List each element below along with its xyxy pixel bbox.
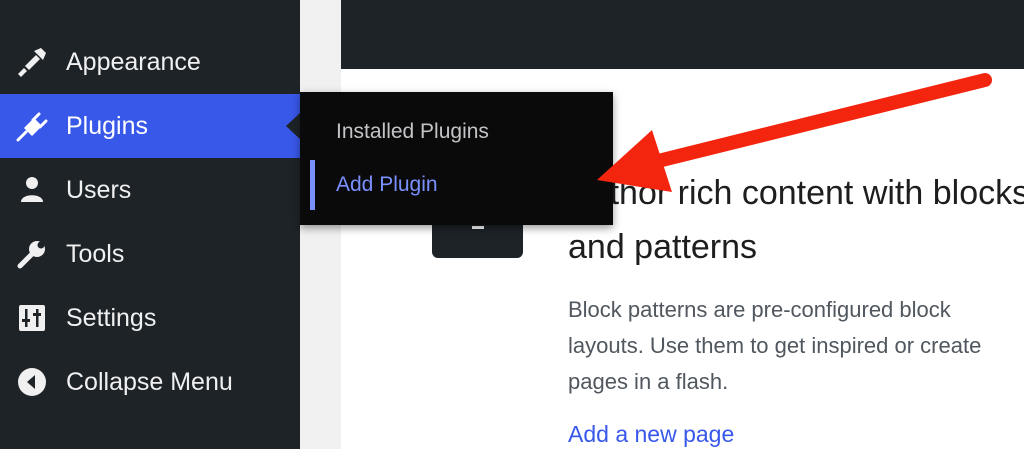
admin-sidebar: Appearance Plugins Users Tools Settings … <box>0 0 300 449</box>
collapse-circle-icon <box>14 364 50 400</box>
collapse-menu-button[interactable]: Collapse Menu <box>0 350 300 414</box>
description-line: Block patterns are pre-configured block <box>568 297 951 322</box>
sidebar-item-settings[interactable]: Settings <box>0 286 300 350</box>
submenu-item-add-plugin[interactable]: Add Plugin <box>300 160 613 210</box>
sidebar-item-tools[interactable]: Tools <box>0 222 300 286</box>
feature-description: Block patterns are pre-configured block … <box>568 292 1024 400</box>
sidebar-item-users[interactable]: Users <box>0 158 300 222</box>
sidebar-item-label: Settings <box>66 303 157 332</box>
plugin-icon <box>14 108 50 144</box>
sidebar-item-label: Collapse Menu <box>66 367 233 396</box>
sidebar-item-appearance[interactable]: Appearance <box>0 30 300 94</box>
sidebar-item-plugins[interactable]: Plugins <box>0 94 300 158</box>
sidebar-item-label: Tools <box>66 239 125 268</box>
add-new-page-link[interactable]: Add a new page <box>568 421 734 448</box>
dash-icon <box>472 226 484 229</box>
plugins-submenu: Installed Plugins Add Plugin <box>300 92 613 225</box>
welcome-banner-top <box>341 0 1024 69</box>
feature-title-line: and patterns <box>568 228 758 266</box>
submenu-item-label: Installed Plugins <box>336 120 489 143</box>
feature-title: Author rich content with blocks and patt… <box>568 166 1024 274</box>
current-item-indicator <box>310 160 315 210</box>
description-line: layouts. Use them to get inspired or cre… <box>568 333 982 358</box>
settings-sliders-icon <box>14 300 50 336</box>
user-icon <box>14 172 50 208</box>
description-line: pages in a flash. <box>568 369 729 394</box>
paintbrush-icon <box>14 44 50 80</box>
sidebar-item-label: Users <box>66 175 132 204</box>
submenu-item-installed-plugins[interactable]: Installed Plugins <box>300 107 613 157</box>
wrench-icon <box>14 236 50 272</box>
sidebar-item-label: Appearance <box>66 47 201 76</box>
feature-title-line: Author rich content with blocks <box>568 174 1024 212</box>
submenu-item-label: Add Plugin <box>336 173 438 196</box>
active-indicator <box>286 113 300 139</box>
sidebar-item-label: Plugins <box>66 111 148 140</box>
